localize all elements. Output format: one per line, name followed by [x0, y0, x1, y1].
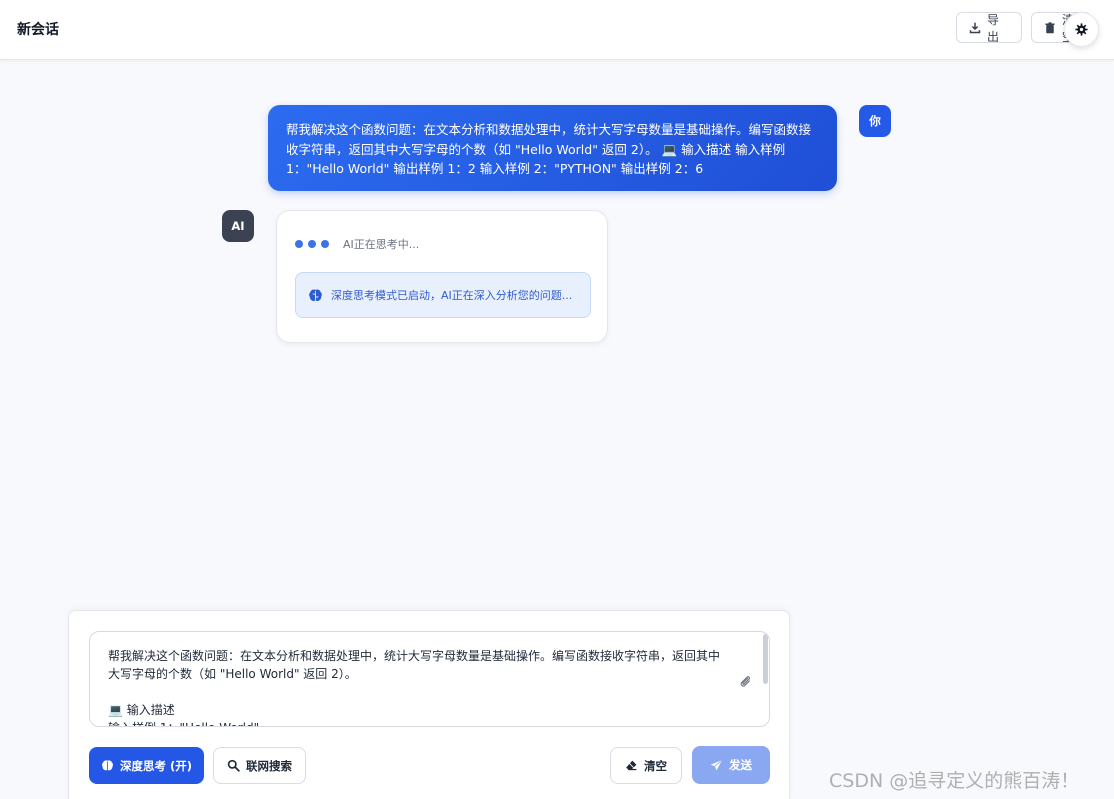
paper-plane-icon: [710, 759, 723, 770]
deep-thinking-text: 深度思考模式已启动，AI正在深入分析您的问题...: [331, 289, 573, 302]
watermark: CSDN @追寻定义的熊百涛！: [829, 770, 1080, 792]
loading-dot: [321, 240, 329, 248]
thinking-status: AI正在思考中...: [343, 238, 420, 251]
send-button[interactable]: 发送: [692, 746, 770, 784]
loading-dots: [295, 240, 329, 248]
web-search-button[interactable]: 联网搜索: [213, 747, 306, 784]
brain-icon: [309, 289, 322, 301]
loading-dot: [308, 240, 316, 248]
search-icon: [227, 759, 240, 772]
deep-think-toggle-button[interactable]: 深度思考 (开): [89, 747, 204, 784]
export-button[interactable]: 导出: [956, 12, 1022, 43]
brain-icon: [102, 760, 113, 771]
clear-input-label: 清空: [644, 758, 667, 773]
clear-input-button[interactable]: 清空: [610, 747, 682, 784]
message-input-text[interactable]: 帮我解决这个函数问题：在文本分析和数据处理中，统计大写字母数量是基础操作。编写函…: [108, 647, 723, 726]
web-search-label: 联网搜索: [246, 758, 292, 773]
export-label: 导出: [987, 12, 1000, 43]
eraser-icon: [626, 760, 637, 771]
user-avatar: 你: [859, 105, 891, 137]
settings-button[interactable]: [1064, 12, 1099, 47]
gear-icon: [1075, 23, 1088, 36]
send-label: 发送: [729, 758, 752, 772]
message-input[interactable]: 帮我解决这个函数问题：在文本分析和数据处理中，统计大写字母数量是基础操作。编写函…: [89, 631, 770, 727]
user-message-text: 帮我解决这个函数问题：在文本分析和数据处理中，统计大写字母数量是基础操作。编写函…: [286, 122, 812, 176]
input-scrollbar[interactable]: [763, 634, 768, 684]
ai-response-card: AI正在思考中... 深度思考模式已启动，AI正在深入分析您的问题...: [276, 210, 608, 343]
user-message-bubble: 帮我解决这个函数问题：在文本分析和数据处理中，统计大写字母数量是基础操作。编写函…: [268, 105, 837, 191]
deep-thinking-notice: 深度思考模式已启动，AI正在深入分析您的问题...: [295, 272, 591, 318]
loading-dot: [295, 240, 303, 248]
top-header: 新会话 导出 清空: [0, 0, 1114, 60]
paperclip-icon[interactable]: [738, 674, 752, 688]
deep-think-label: 深度思考 (开): [119, 758, 192, 773]
download-icon: [969, 22, 981, 33]
input-panel: 帮我解决这个函数问题：在文本分析和数据处理中，统计大写字母数量是基础操作。编写函…: [68, 610, 790, 799]
ai-avatar: AI: [222, 210, 254, 242]
trash-icon: [1045, 21, 1055, 33]
page-title: 新会话: [17, 22, 59, 38]
